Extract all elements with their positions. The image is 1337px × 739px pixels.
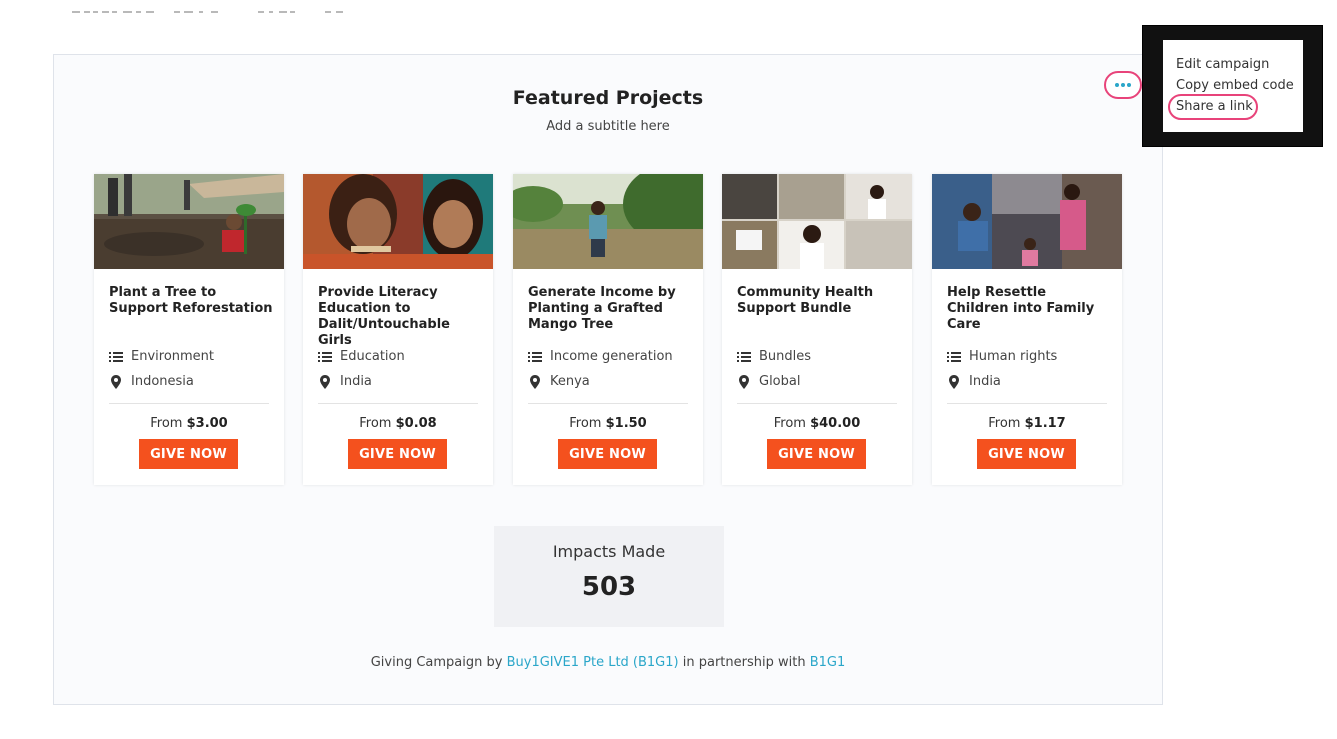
price-amount: $40.00 [810,416,861,431]
widget-subtitle: Add a subtitle here [546,119,670,134]
location-label: Indonesia [131,374,194,389]
category-label: Bundles [759,349,812,364]
project-photo-resettle-children [932,174,1122,269]
project-category: Bundles [737,349,811,364]
project-card[interactable]: Provide Literacy Education to Dalit/Unto… [303,174,493,485]
give-now-button[interactable]: GIVE NOW [558,439,657,469]
project-photo-health-bundle [722,174,912,269]
give-now-button[interactable]: GIVE NOW [348,439,447,469]
give-now-button[interactable]: GIVE NOW [977,439,1076,469]
price-prefix: From [773,416,806,431]
category-label: Education [340,349,405,364]
price-line: From $40.00 [722,416,912,431]
price-line: From $1.50 [513,416,703,431]
card-divider [528,403,688,404]
menu-item-copy-embed-code[interactable]: Copy embed code [1176,78,1294,93]
category-label: Environment [131,349,215,364]
footer-prefix: Giving Campaign by [370,655,507,670]
project-photo-mango-tree [513,174,703,269]
project-category: Human rights [947,349,1057,364]
project-photo-reforestation [94,174,284,269]
campaign-widget: Featured Projects Add a subtitle here Pl… [53,54,1163,705]
options-menu-frame: Edit campaign Copy embed code Share a li… [1142,25,1323,147]
location-label: Kenya [550,374,590,389]
project-location: India [318,374,372,389]
map-pin-icon [737,374,751,389]
card-divider [109,403,269,404]
project-title[interactable]: Help Resettle Children into Family Care [947,285,1112,333]
impact-label: Impacts Made [552,542,666,561]
project-title[interactable]: Provide Literacy Education to Dalit/Unto… [318,285,483,349]
project-title[interactable]: Generate Income by Planting a Grafted Ma… [528,285,693,333]
map-pin-icon [528,374,542,389]
card-divider [947,403,1107,404]
card-divider [737,403,897,404]
list-icon [528,350,542,364]
price-amount: $3.00 [186,416,228,431]
impact-value: 503 [581,572,637,602]
category-label: Human rights [969,349,1058,364]
price-amount: $1.50 [605,416,647,431]
map-pin-icon [947,374,961,389]
project-title[interactable]: Community Health Support Bundle [737,285,902,317]
menu-item-share-link[interactable]: Share a link [1176,99,1253,114]
org-link[interactable]: Buy1GIVE1 Pte Ltd (B1G1) [507,655,679,670]
partner-link[interactable]: B1G1 [810,655,846,670]
project-category: Income generation [528,349,673,364]
project-location: Indonesia [109,374,194,389]
options-menu: Edit campaign Copy embed code Share a li… [1163,40,1303,132]
project-card[interactable]: Community Health Support Bundle Bundles … [722,174,912,485]
project-category: Education [318,349,405,364]
ellipsis-icon [1115,83,1131,87]
price-line: From $0.08 [303,416,493,431]
price-line: From $1.17 [932,416,1122,431]
location-label: Global [759,374,801,389]
card-divider [318,403,478,404]
price-prefix: From [988,416,1021,431]
price-prefix: From [150,416,183,431]
price-amount: $0.08 [395,416,437,431]
project-card[interactable]: Plant a Tree to Support Reforestation En… [94,174,284,485]
list-icon [318,350,332,364]
project-location: Global [737,374,800,389]
give-now-button[interactable]: GIVE NOW [767,439,866,469]
project-photo-literacy [303,174,493,269]
list-icon [947,350,961,364]
more-options-button[interactable] [1104,71,1142,99]
price-amount: $1.17 [1024,416,1066,431]
project-location: Kenya [528,374,590,389]
price-prefix: From [569,416,602,431]
project-title[interactable]: Plant a Tree to Support Reforestation [109,285,274,317]
project-card[interactable]: Generate Income by Planting a Grafted Ma… [513,174,703,485]
location-label: India [969,374,1001,389]
map-pin-icon [318,374,332,389]
campaign-footer: Giving Campaign by Buy1GIVE1 Pte Ltd (B1… [54,655,1162,670]
project-card[interactable]: Help Resettle Children into Family Care … [932,174,1122,485]
menu-item-edit-campaign[interactable]: Edit campaign [1176,57,1269,72]
give-now-button[interactable]: GIVE NOW [139,439,238,469]
map-pin-icon [109,374,123,389]
impact-counter: Impacts Made 503 [494,526,724,627]
price-prefix: From [359,416,392,431]
list-icon [737,350,751,364]
list-icon [109,350,123,364]
price-line: From $3.00 [94,416,284,431]
category-label: Income generation [550,349,673,364]
project-location: India [947,374,1001,389]
footer-middle: in partnership with [678,655,810,670]
top-faded-text [72,11,343,13]
widget-title: Featured Projects [512,87,704,109]
location-label: India [340,374,372,389]
project-category: Environment [109,349,214,364]
